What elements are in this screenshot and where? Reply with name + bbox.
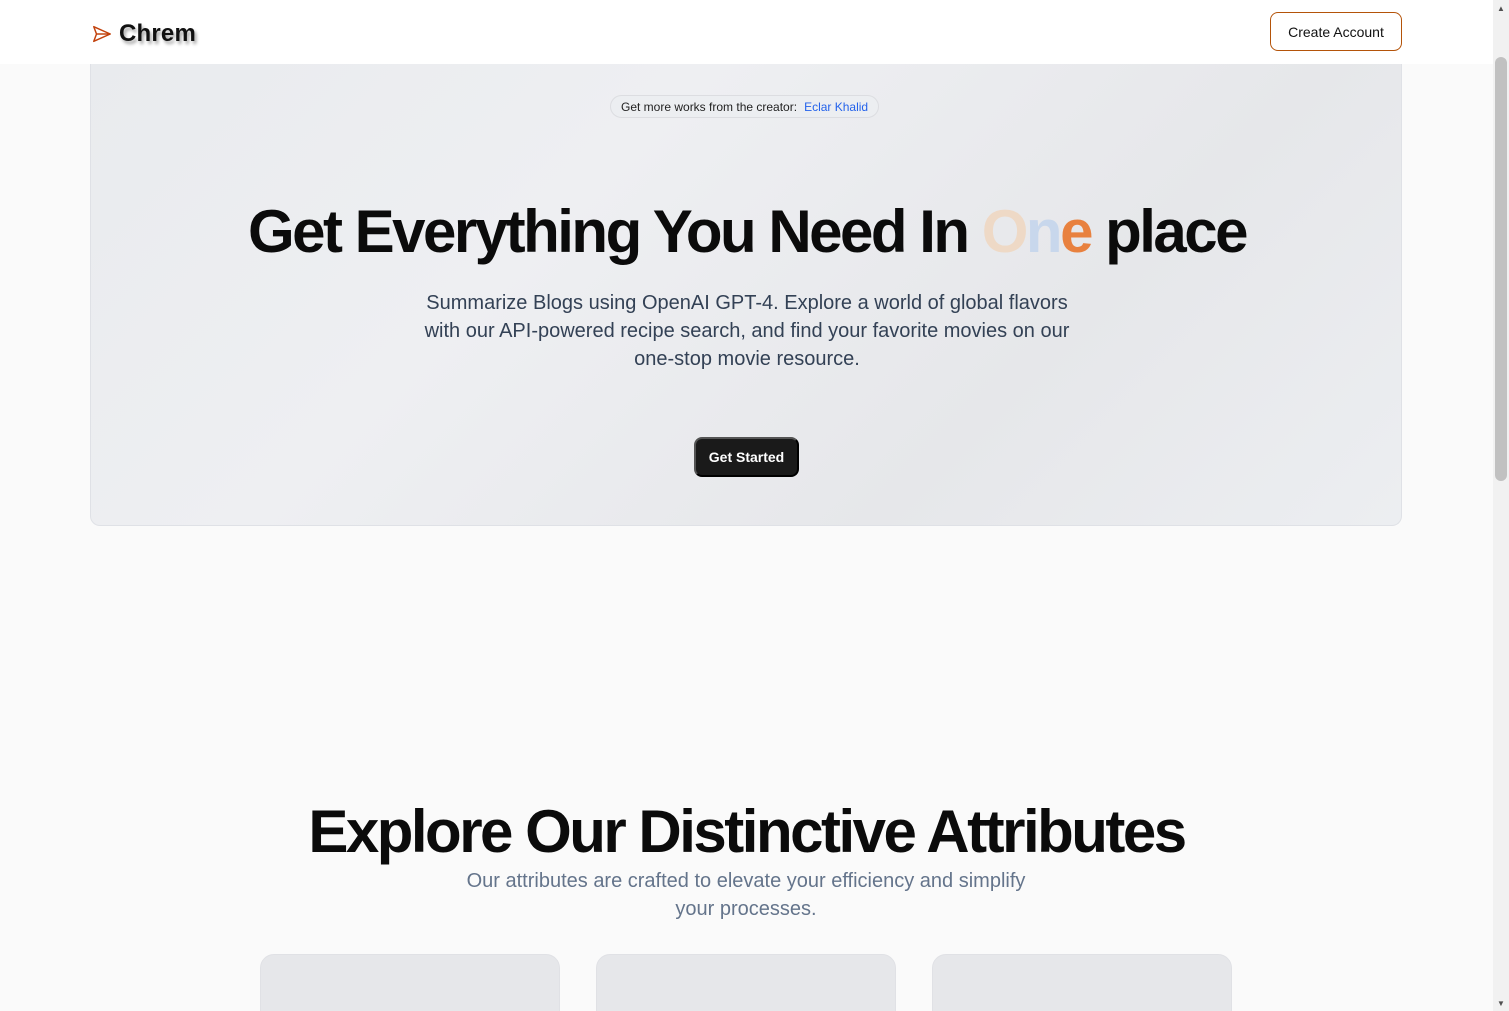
scrollbar-thumb[interactable] xyxy=(1495,57,1507,481)
get-started-button[interactable]: Get Started xyxy=(694,437,799,477)
creator-prefix: Get more works from the creator: xyxy=(621,99,798,114)
hero-subtitle: Summarize Blogs using OpenAI GPT-4. Expl… xyxy=(424,292,1070,370)
attributes-title: Explore Our Distinctive Attributes xyxy=(308,798,1187,865)
hero-title-gradient-o: O xyxy=(981,198,1029,265)
hero-section: Get more works from the creator: Eclar K… xyxy=(90,64,1402,526)
hero-title-after: place xyxy=(1090,198,1248,265)
triangle-down-icon[interactable]: ▼ xyxy=(1493,995,1509,1011)
hero-title-gradient-n: n xyxy=(1025,198,1063,265)
attribute-card xyxy=(260,954,560,1011)
create-account-button[interactable]: Create Account xyxy=(1270,12,1402,51)
creator-badge: Get more works from the creator: Eclar K… xyxy=(610,95,880,118)
attribute-card xyxy=(932,954,1232,1011)
brand-logo[interactable]: Chrem xyxy=(91,18,196,50)
page: Chrem Create Account Get more works from… xyxy=(0,0,1509,1011)
brand-name: Chrem xyxy=(119,20,197,47)
paper-plane-icon xyxy=(93,25,111,43)
vertical-scrollbar[interactable]: ▲ ▼ xyxy=(1493,0,1509,1011)
attributes-subtitle: Our attributes are crafted to elevate yo… xyxy=(466,870,1026,920)
hero-title-before: Get Everything You Need In xyxy=(247,198,982,265)
hero-title: Get Everything You Need In One place xyxy=(91,192,1401,272)
triangle-up-icon[interactable]: ▲ xyxy=(1493,0,1509,16)
creator-link[interactable]: Eclar Khalid xyxy=(804,100,868,114)
attribute-card xyxy=(596,954,896,1011)
site-header: Chrem Create Account xyxy=(0,0,1493,64)
hero-title-gradient-e: e xyxy=(1060,198,1093,265)
